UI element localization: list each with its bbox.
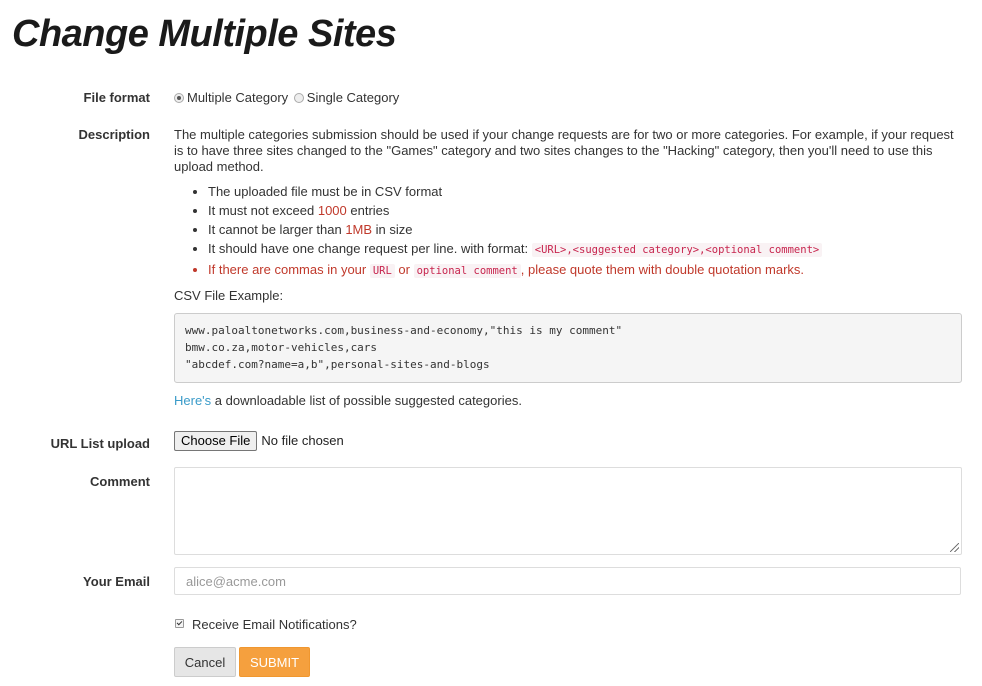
rule-quote-commas-code-url: URL xyxy=(369,264,395,278)
radio-single-category[interactable] xyxy=(293,92,304,103)
rule-line-format-code: <URL>,<suggested category>,<optional com… xyxy=(531,243,823,257)
categories-link-line: Here's a downloadable list of possible s… xyxy=(174,393,962,408)
csv-example-label: CSV File Example: xyxy=(174,288,284,303)
notifications-label[interactable]: Receive Email Notifications? xyxy=(192,617,357,632)
rules-list: The uploaded file must be in CSV format … xyxy=(174,182,962,281)
url-upload-label: URL List upload xyxy=(50,436,150,451)
description-block: The multiple categories submission shoul… xyxy=(174,127,962,281)
resize-grip-icon[interactable] xyxy=(950,543,959,552)
notifications-checkbox[interactable] xyxy=(175,619,184,628)
description-text: The multiple categories submission shoul… xyxy=(174,127,954,174)
cancel-button[interactable]: Cancel xyxy=(174,647,236,677)
radio-multiple-category-label[interactable]: Multiple Category xyxy=(187,90,288,105)
rule-quote-commas-post: , please quote them with double quotatio… xyxy=(520,262,805,277)
radio-single-category-label[interactable]: Single Category xyxy=(307,90,400,105)
file-format-options: Multiple Category Single Category xyxy=(174,90,962,105)
radio-multiple-category[interactable] xyxy=(174,92,184,103)
rule-quote-commas-code-comment: optional comment xyxy=(413,264,521,278)
rule-quote-commas-pre: If there are commas in your xyxy=(208,262,370,277)
categories-link-text: a downloadable list of possible suggeste… xyxy=(211,393,522,408)
email-label: Your Email xyxy=(83,574,150,589)
description-label: Description xyxy=(78,127,150,142)
csv-example-code: www.paloaltonetworks.com,business-and-ec… xyxy=(174,313,962,383)
heres-link[interactable]: Here's xyxy=(174,393,211,408)
rule-max-size: It cannot be larger than 1MB in size xyxy=(208,220,962,239)
rule-max-entries-post: entries xyxy=(346,203,390,218)
rule-csv-format: The uploaded file must be in CSV format xyxy=(208,182,962,201)
rule-max-entries-value: 1000 xyxy=(317,203,347,218)
rule-quote-commas-mid: or xyxy=(394,262,414,277)
rule-max-size-post: in size xyxy=(372,222,413,237)
file-status: No file chosen xyxy=(261,433,344,448)
rule-csv-format-text: The uploaded file must be in CSV format xyxy=(208,184,443,199)
comment-textarea[interactable] xyxy=(174,467,962,555)
url-upload-control: Choose File No file chosen xyxy=(174,431,962,451)
rule-max-size-value: 1MB xyxy=(345,222,373,237)
rule-line-format-pre: It should have one change request per li… xyxy=(208,241,532,256)
choose-file-button[interactable]: Choose File xyxy=(174,431,258,451)
rule-max-entries-pre: It must not exceed xyxy=(208,203,318,218)
email-input[interactable] xyxy=(174,567,961,595)
file-format-label: File format xyxy=(83,90,150,105)
rule-max-entries: It must not exceed 1000 entries xyxy=(208,201,962,220)
page-title: Change Multiple Sites xyxy=(12,13,397,55)
rule-quote-commas: If there are commas in your URL or optio… xyxy=(208,260,962,281)
rule-line-format: It should have one change request per li… xyxy=(208,239,962,260)
submit-button[interactable]: SUBMIT xyxy=(239,647,310,677)
rule-max-size-pre: It cannot be larger than xyxy=(208,222,346,237)
comment-label: Comment xyxy=(90,474,150,489)
